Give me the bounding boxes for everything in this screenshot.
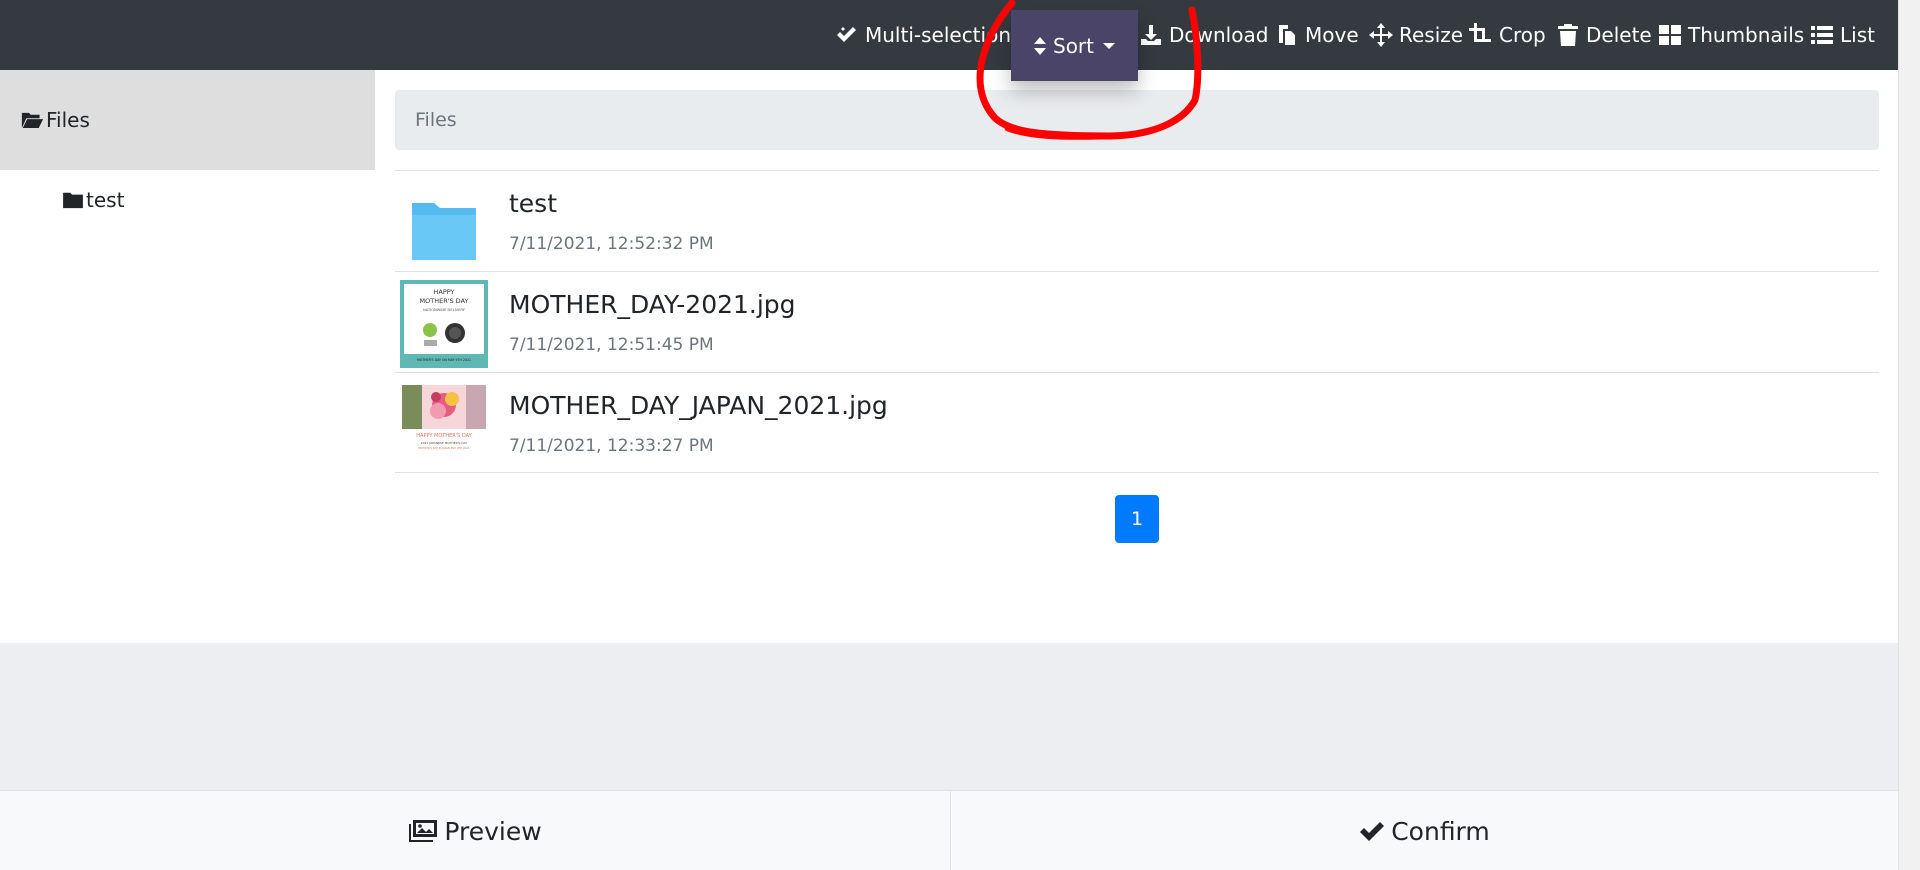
breadcrumb-item[interactable]: Files xyxy=(415,109,457,131)
download-icon xyxy=(1141,25,1161,45)
confirm-label: Confirm xyxy=(1391,816,1490,846)
sort-icon xyxy=(1034,36,1046,55)
list-item[interactable]: HAPPY MOTHER'S DAY NATIONWIDE DELIVERY M… xyxy=(395,271,1879,372)
thumb-text: NATIONWIDE DELIVERY xyxy=(423,308,466,312)
thumb-text: HAPPY xyxy=(433,288,454,296)
crop-label: Crop xyxy=(1499,23,1546,47)
pagination-page-1[interactable]: 1 xyxy=(1115,495,1159,543)
confirm-button[interactable]: Confirm xyxy=(951,791,1898,870)
list-item[interactable]: test 7/11/2021, 12:52:32 PM xyxy=(395,170,1879,271)
arrows-move-icon xyxy=(1369,23,1393,47)
move-label: Move xyxy=(1305,23,1359,47)
scrollbar[interactable] xyxy=(1898,0,1920,870)
sidebar-item-test[interactable]: test xyxy=(62,188,124,212)
image-thumbnail: HAPPY MOTHER'S DAY NATIONWIDE DELIVERY M… xyxy=(400,280,488,368)
thumbnails-label: Thumbnails xyxy=(1688,23,1805,47)
download-button[interactable]: Download xyxy=(1139,0,1268,70)
toolbar: Multi-selection Download Move Resize Cro… xyxy=(0,0,1898,70)
folder-icon xyxy=(412,203,476,260)
list-label: List xyxy=(1840,23,1875,47)
thumb-text: 2021 JAPANESE MOTHER'S DAY xyxy=(421,441,468,445)
empty-area xyxy=(0,643,1898,790)
file-list: test 7/11/2021, 12:52:32 PM HAPPY MOTHER… xyxy=(395,170,1879,473)
sidebar-item-files[interactable]: Files xyxy=(0,70,375,170)
sidebar-child-label: test xyxy=(86,188,125,212)
check-icon xyxy=(1360,822,1385,841)
resize-button[interactable]: Resize xyxy=(1369,0,1463,70)
file-name: MOTHER_DAY-2021.jpg xyxy=(509,290,796,319)
folder-open-icon xyxy=(21,112,44,128)
thumb-text: MOTHER'S DAY IN JAPAN MAY 9TH 2021 xyxy=(418,446,470,450)
preview-button[interactable]: Preview xyxy=(0,791,950,870)
sidebar-root-label: Files xyxy=(46,108,90,132)
sort-label: Sort xyxy=(1053,33,1094,58)
trash-icon xyxy=(1558,24,1578,46)
file-date: 7/11/2021, 12:51:45 PM xyxy=(509,335,714,355)
list-button[interactable]: List xyxy=(1810,0,1875,70)
double-check-icon xyxy=(837,27,856,42)
preview-label: Preview xyxy=(444,816,542,846)
image-thumbnail: HAPPY MOTHER'S DAY 2021 JAPANESE MOTHER'… xyxy=(400,381,488,469)
multi-selection-label: Multi-selection xyxy=(865,23,1011,47)
delete-label: Delete xyxy=(1586,23,1652,47)
download-label: Download xyxy=(1169,23,1269,47)
file-name: test xyxy=(509,189,558,218)
list-item[interactable]: HAPPY MOTHER'S DAY 2021 JAPANESE MOTHER'… xyxy=(395,372,1879,473)
folder-icon xyxy=(63,192,83,209)
delete-button[interactable]: Delete xyxy=(1556,0,1652,70)
file-date: 7/11/2021, 12:33:27 PM xyxy=(509,436,714,456)
copy-icon xyxy=(1279,25,1295,45)
footer-bar: Preview Confirm xyxy=(0,790,1898,870)
move-button[interactable]: Move xyxy=(1275,0,1359,70)
thumb-text: MOTHER'S DAY ON MAY 9TH 2021 xyxy=(417,358,471,362)
images-icon xyxy=(409,820,438,842)
thumb-text: HAPPY MOTHER'S DAY xyxy=(416,433,472,439)
multi-selection-button[interactable]: Multi-selection xyxy=(835,0,1011,70)
breadcrumb: Files xyxy=(395,90,1879,150)
file-date: 7/11/2021, 12:52:32 PM xyxy=(509,234,714,254)
thumb-text: MOTHER'S DAY xyxy=(420,297,469,305)
file-name: MOTHER_DAY_JAPAN_2021.jpg xyxy=(509,391,888,420)
grid-icon xyxy=(1659,25,1681,45)
caret-down-icon xyxy=(1103,42,1115,49)
crop-button[interactable]: Crop xyxy=(1469,0,1546,70)
list-icon xyxy=(1811,26,1833,44)
folder-tree: Files test xyxy=(0,70,375,643)
crop-icon xyxy=(1469,23,1491,42)
sort-dropdown-button[interactable]: Sort xyxy=(1011,10,1138,81)
resize-label: Resize xyxy=(1399,23,1464,47)
thumbnails-button[interactable]: Thumbnails xyxy=(1658,0,1804,70)
